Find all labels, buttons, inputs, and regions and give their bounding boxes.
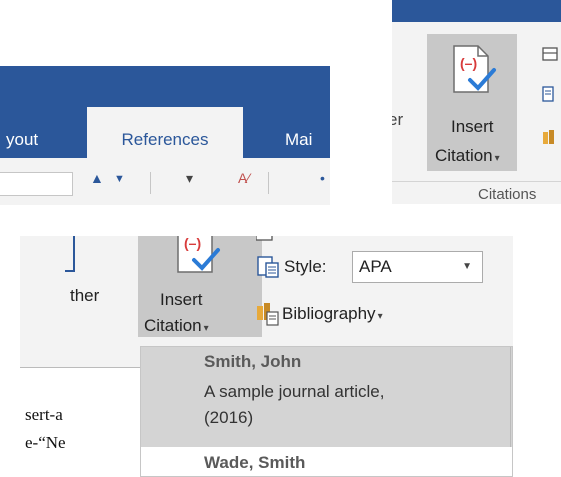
shrink-font-icon[interactable]: ▼: [114, 173, 125, 185]
footnote-button-edge[interactable]: [65, 236, 75, 272]
style-dropdown[interactable]: APA ▼: [352, 251, 483, 283]
bibliography-icon: [257, 303, 279, 326]
chevron-down-icon: ▾: [377, 311, 383, 322]
menu-border: [510, 347, 511, 447]
svg-text:(–): (–): [184, 236, 201, 251]
divider: [268, 172, 269, 194]
insert-citation-label-text: Citation: [144, 316, 202, 335]
svg-text:(–): (–): [460, 55, 477, 71]
change-case-icon[interactable]: ▾: [186, 170, 193, 187]
bibliography-icon[interactable]: [541, 128, 559, 146]
citations-group-panel: er (–) Insert Citation ▾ Citations: [392, 0, 561, 204]
insert-citation-dropdown-panel: ther (–) Insert Citation ▾ Style: APA ▼ B…: [20, 236, 513, 477]
group-separator: [392, 181, 561, 182]
clear-formatting-icon[interactable]: A⁄: [238, 170, 250, 186]
style-label: Style:: [284, 257, 327, 276]
insert-citation-icon: (–): [177, 236, 220, 273]
ribbon-tabs-panel: yout References Mai ▲ ▼ ▾ A⁄ •: [0, 66, 330, 205]
manage-sources-icon[interactable]: [256, 236, 276, 242]
cut-off-label: er: [392, 110, 404, 129]
tab-references[interactable]: References: [87, 107, 243, 158]
insert-citation-icon: (–): [453, 45, 496, 93]
bullets-icon[interactable]: •: [320, 170, 325, 186]
bibliography-button[interactable]: Bibliography ▾: [282, 303, 383, 328]
tab-mailings[interactable]: Mai: [285, 130, 312, 150]
style-icon: [257, 256, 279, 278]
chevron-down-icon: ▾: [203, 323, 209, 334]
manage-sources-icon[interactable]: [541, 45, 559, 63]
cut-off-label: ther: [70, 286, 100, 305]
chevron-down-icon: ▾: [494, 153, 500, 164]
citation-work-title: A sample journal article,: [204, 382, 385, 401]
tab-layout[interactable]: yout: [6, 130, 38, 150]
style-value: APA: [359, 257, 392, 276]
document-text-line: e-“Ne: [25, 433, 66, 452]
font-name-field[interactable]: [0, 172, 73, 196]
citations-group-label: Citations: [478, 186, 537, 203]
ribbon-tab-bar: [392, 0, 561, 22]
chevron-down-icon: ▼: [462, 261, 472, 272]
grow-font-icon[interactable]: ▲: [90, 170, 104, 186]
insert-citation-label-line1: Insert: [160, 290, 203, 309]
citation-author[interactable]: Wade, Smith: [204, 453, 305, 473]
insert-citation-label-line2: Citation ▾: [435, 145, 500, 170]
style-icon[interactable]: [541, 85, 559, 103]
insert-citation-label-line1: Insert: [451, 117, 494, 136]
insert-citation-label-line2: Citation ▾: [144, 315, 209, 340]
document-text-line: sert-a: [25, 405, 63, 424]
citation-author: Smith, John: [204, 352, 302, 371]
bibliography-label: Bibliography: [282, 304, 376, 323]
citation-dropdown-menu: Smith, John A sample journal article, (2…: [140, 346, 513, 477]
divider: [150, 172, 151, 194]
citation-work-year: (2016): [204, 408, 254, 427]
insert-citation-label-text: Citation: [435, 146, 493, 165]
